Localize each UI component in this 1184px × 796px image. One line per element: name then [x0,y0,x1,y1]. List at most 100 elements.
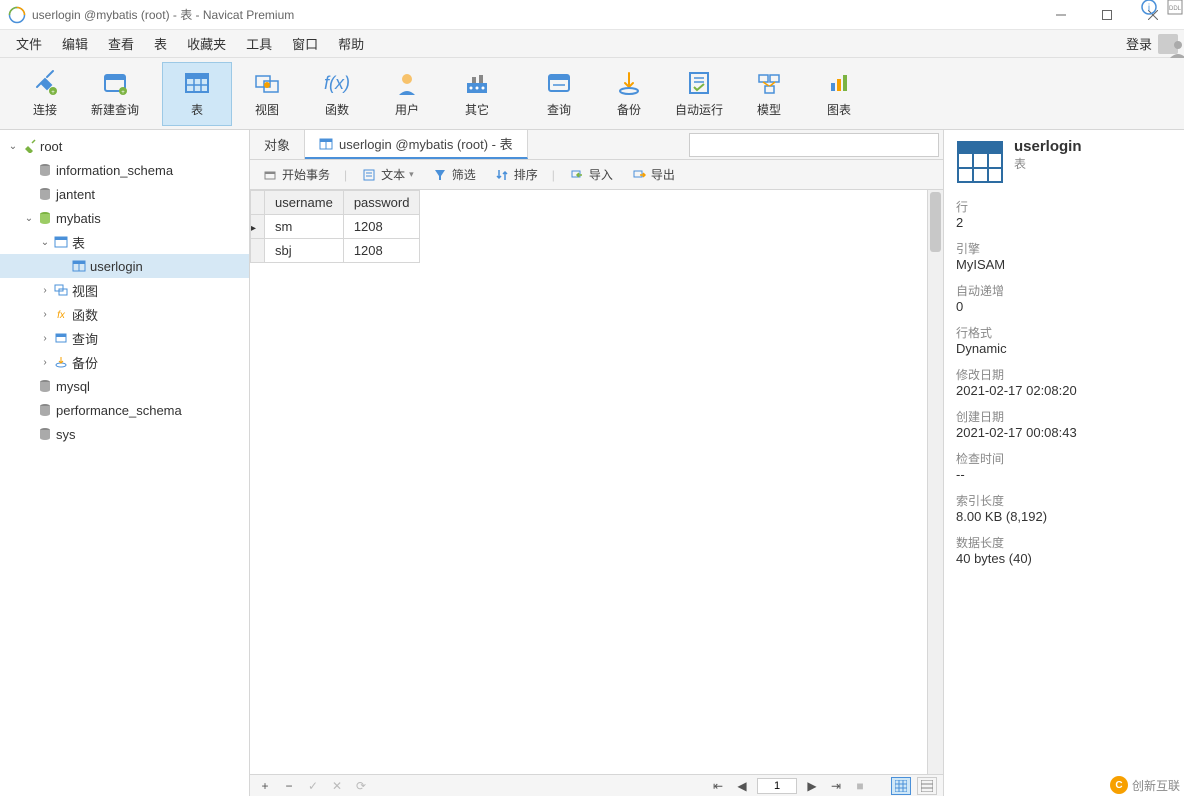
export-button[interactable]: 导出 [627,164,679,185]
tree-label: 表 [72,233,85,252]
filter-button[interactable]: 筛选 [428,164,480,185]
chevron-right-icon[interactable]: › [38,357,52,368]
data-grid-wrap: username password sm 1208 sbj 1208 [250,190,943,774]
tree-db-sys[interactable]: sys [0,422,249,446]
toolbar-table[interactable]: 表 [162,62,232,126]
delete-row-button[interactable]: − [280,779,298,793]
stop-button[interactable]: ■ [851,779,869,793]
prop-rowfmt-k: 行格式 [956,324,1172,341]
table-row[interactable]: sbj 1208 [251,239,420,263]
database-icon [36,210,54,226]
page-input[interactable] [757,778,797,794]
prop-datalen-v: 40 bytes (40) [956,551,1172,566]
import-button[interactable]: 导入 [565,164,617,185]
tree-queries-group[interactable]: › 查询 [0,326,249,350]
chevron-down-icon[interactable]: ⌄ [6,141,20,152]
commit-button[interactable]: ✓ [304,779,322,793]
text-button[interactable]: 文本 ▾ [357,164,418,185]
tree-table-userlogin[interactable]: userlogin [0,254,249,278]
window-title: userlogin @mybatis (root) - 表 - Navicat … [32,6,1038,23]
cell-password[interactable]: 1208 [343,215,420,239]
maximize-button[interactable] [1084,0,1130,30]
cell-username[interactable]: sbj [265,239,344,263]
tree-views-group[interactable]: › 视图 [0,278,249,302]
menu-file[interactable]: 文件 [6,30,52,57]
prop-datalen-k: 数据长度 [956,534,1172,551]
menu-view[interactable]: 查看 [98,30,144,57]
refresh-button[interactable]: ⟳ [352,779,370,793]
toolbar-view[interactable]: 视图 [232,62,302,126]
toolbar-autorun-label: 自动运行 [675,101,723,118]
tree-functions-group[interactable]: › fx 函数 [0,302,249,326]
menu-help[interactable]: 帮助 [328,30,374,57]
toolbar-backup[interactable]: 备份 [594,62,664,126]
sort-icon [494,167,510,183]
tree-db-mysql[interactable]: mysql [0,374,249,398]
tree-backups-group[interactable]: › 备份 [0,350,249,374]
cancel-button[interactable]: ✕ [328,779,346,793]
toolbar-chart[interactable]: 图表 [804,62,874,126]
filter-label: 筛选 [452,166,476,183]
tab-label: 对象 [264,135,290,154]
login-link[interactable]: 登录 [1116,30,1158,57]
table-row[interactable]: sm 1208 [251,215,420,239]
menu-tools[interactable]: 工具 [236,30,282,57]
minimize-button[interactable] [1038,0,1084,30]
prev-page-button[interactable]: ◀ [733,779,751,793]
tree-db-information-schema[interactable]: information_schema [0,158,249,182]
col-username[interactable]: username [265,191,344,215]
tree-label: information_schema [56,163,173,178]
begin-transaction-button[interactable]: 开始事务 [258,164,334,185]
chevron-right-icon[interactable]: › [38,285,52,296]
menu-edit[interactable]: 编辑 [52,30,98,57]
prop-rowfmt-v: Dynamic [956,341,1172,356]
chevron-down-icon[interactable]: ⌄ [38,237,52,248]
toolbar-model[interactable]: 模型 [734,62,804,126]
cell-password[interactable]: 1208 [343,239,420,263]
toolbar-other[interactable]: 其它 [442,62,512,126]
tree-connection-root[interactable]: ⌄ root [0,134,249,158]
toolbar-autorun[interactable]: 自动运行 [664,62,734,126]
vertical-scrollbar[interactable] [927,190,943,774]
table-big-icon [956,138,1004,186]
chevron-right-icon[interactable]: › [38,333,52,344]
tree-tables-group[interactable]: ⌄ 表 [0,230,249,254]
search-input[interactable] [689,133,939,157]
tab-userlogin[interactable]: userlogin @mybatis (root) - 表 [305,130,528,159]
add-row-button[interactable]: + [256,779,274,793]
watermark-logo-icon: C [1110,776,1128,794]
toolbar-query[interactable]: 查询 [524,62,594,126]
chevron-right-icon[interactable]: › [38,309,52,320]
toolbar-newquery[interactable]: + 新建查询 [80,62,150,126]
toolbar-function[interactable]: f(x) 函数 [302,62,372,126]
prop-mod-k: 修改日期 [956,366,1172,383]
last-page-button[interactable]: ⇥ [827,779,845,793]
toolbar-connect[interactable]: + 连接 [10,62,80,126]
tree-db-jantent[interactable]: jantent [0,182,249,206]
table-group-icon [52,234,70,250]
grid-footer: + − ✓ ✕ ⟳ ⇤ ◀ ▶ ⇥ ■ [250,774,943,796]
first-page-button[interactable]: ⇤ [709,779,727,793]
chevron-down-icon[interactable]: ⌄ [22,213,36,224]
menu-favorites[interactable]: 收藏夹 [177,30,236,57]
menu-table[interactable]: 表 [144,30,177,57]
data-grid[interactable]: username password sm 1208 sbj 1208 [250,190,420,263]
cell-username[interactable]: sm [265,215,344,239]
plug-icon: + [31,69,59,97]
form-view-button[interactable] [917,777,937,795]
toolbar-backup-label: 备份 [617,101,641,118]
tree-db-mybatis[interactable]: ⌄ mybatis [0,206,249,230]
toolbar-model-label: 模型 [757,101,781,118]
toolbar-user[interactable]: 用户 [372,62,442,126]
grid-view-button[interactable] [891,777,911,795]
fx-icon: fx [52,306,70,322]
next-page-button[interactable]: ▶ [803,779,821,793]
tab-objects[interactable]: 对象 [250,130,305,159]
model-icon [755,69,783,97]
menu-window[interactable]: 窗口 [282,30,328,57]
avatar-icon[interactable] [1158,34,1178,54]
col-password[interactable]: password [343,191,420,215]
tree-db-performance-schema[interactable]: performance_schema [0,398,249,422]
svg-text:fx: fx [57,310,66,321]
sort-button[interactable]: 排序 [490,164,542,185]
